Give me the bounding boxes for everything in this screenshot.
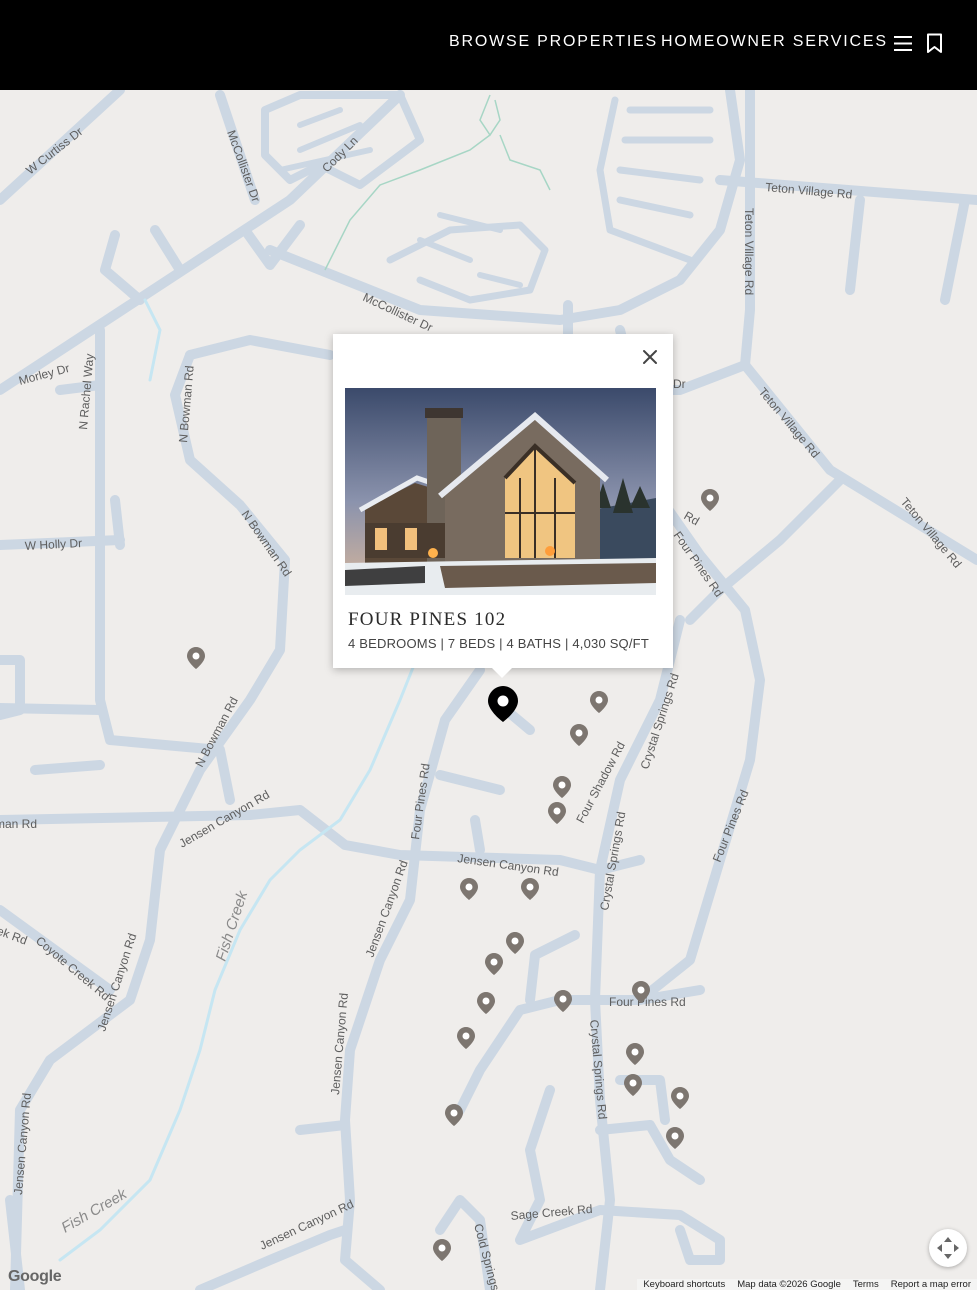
- street-label: McCollister Dr: [224, 128, 263, 204]
- property-pin[interactable]: [456, 1026, 476, 1050]
- property-pin[interactable]: [631, 980, 651, 1004]
- property-pin[interactable]: [625, 1042, 645, 1066]
- bookmark-icon[interactable]: [926, 33, 943, 54]
- property-pin[interactable]: [623, 1073, 643, 1097]
- street-label: Jensen Canyon Rd: [11, 1092, 34, 1195]
- street-label: man Rd: [0, 817, 37, 831]
- property-pin[interactable]: [186, 646, 206, 670]
- property-pin[interactable]: [589, 690, 609, 714]
- homeowner-services-link[interactable]: HOMEOWNER SERVICES: [661, 33, 888, 51]
- keyboard-shortcuts-link[interactable]: Keyboard shortcuts: [637, 1279, 731, 1290]
- browse-properties-link[interactable]: BROWSE PROPERTIES: [449, 33, 658, 51]
- street-label: Teton Village Rd: [765, 180, 853, 202]
- selected-property-pin[interactable]: [487, 685, 519, 723]
- property-pin[interactable]: [505, 931, 525, 955]
- street-label: W Curtiss Dr: [23, 124, 85, 177]
- creek-label: Fish Creek: [213, 888, 252, 964]
- terms-link[interactable]: Terms: [847, 1279, 885, 1290]
- property-pin[interactable]: [552, 775, 572, 799]
- property-pin[interactable]: [553, 989, 573, 1013]
- property-pin[interactable]: [569, 723, 589, 747]
- street-label: Teton Village Rd: [756, 385, 823, 461]
- street-label: W Holly Dr: [24, 536, 82, 553]
- report-map-error-link[interactable]: Report a map error: [885, 1279, 977, 1290]
- street-label: Teton Village Rd: [742, 208, 756, 295]
- site-header: BROWSE PROPERTIES HOMEOWNER SERVICES: [0, 0, 977, 90]
- property-pin[interactable]: [476, 991, 496, 1015]
- popup-pointer: [490, 666, 514, 678]
- property-pin[interactable]: [444, 1103, 464, 1127]
- property-pin[interactable]: [700, 488, 720, 512]
- property-pin[interactable]: [459, 877, 479, 901]
- map-attribution: Keyboard shortcuts Map data ©2026 Google…: [637, 1279, 977, 1290]
- street-label: Dr: [673, 377, 686, 391]
- property-pin[interactable]: [520, 877, 540, 901]
- street-label: Crystal Springs Rd: [587, 1019, 610, 1120]
- property-title[interactable]: FOUR PINES 102: [348, 609, 506, 631]
- street-label: Four Pines Rd: [671, 529, 726, 600]
- street-label: Coyote Creek Rd: [33, 934, 113, 1004]
- property-photo[interactable]: [345, 388, 656, 595]
- street-label: Four Pines Rd: [710, 788, 752, 864]
- street-label: N Bowman Rd: [239, 508, 295, 579]
- map-data-text: Map data ©2026 Google: [737, 1279, 841, 1290]
- property-pin[interactable]: [670, 1086, 690, 1110]
- street-label: Cold Springs: [471, 1222, 502, 1290]
- property-pin[interactable]: [547, 801, 567, 825]
- close-icon[interactable]: [641, 348, 659, 366]
- property-popup[interactable]: FOUR PINES 102 4 BEDROOMS | 7 BEDS | 4 B…: [333, 334, 673, 668]
- street-label: Teton Village Rd: [898, 495, 965, 571]
- fullscreen-arrows-icon[interactable]: [929, 1229, 967, 1267]
- google-logo[interactable]: Google: [8, 1268, 62, 1286]
- street-label: N Rachel Way: [76, 353, 97, 430]
- street-label: Four Pines Rd: [408, 763, 433, 841]
- property-specs: 4 BEDROOMS | 7 BEDS | 4 BATHS | 4,030 SQ…: [348, 636, 649, 651]
- property-pin[interactable]: [484, 952, 504, 976]
- property-pin[interactable]: [432, 1238, 452, 1262]
- property-pin[interactable]: [665, 1126, 685, 1150]
- hamburger-menu-icon[interactable]: [893, 35, 913, 52]
